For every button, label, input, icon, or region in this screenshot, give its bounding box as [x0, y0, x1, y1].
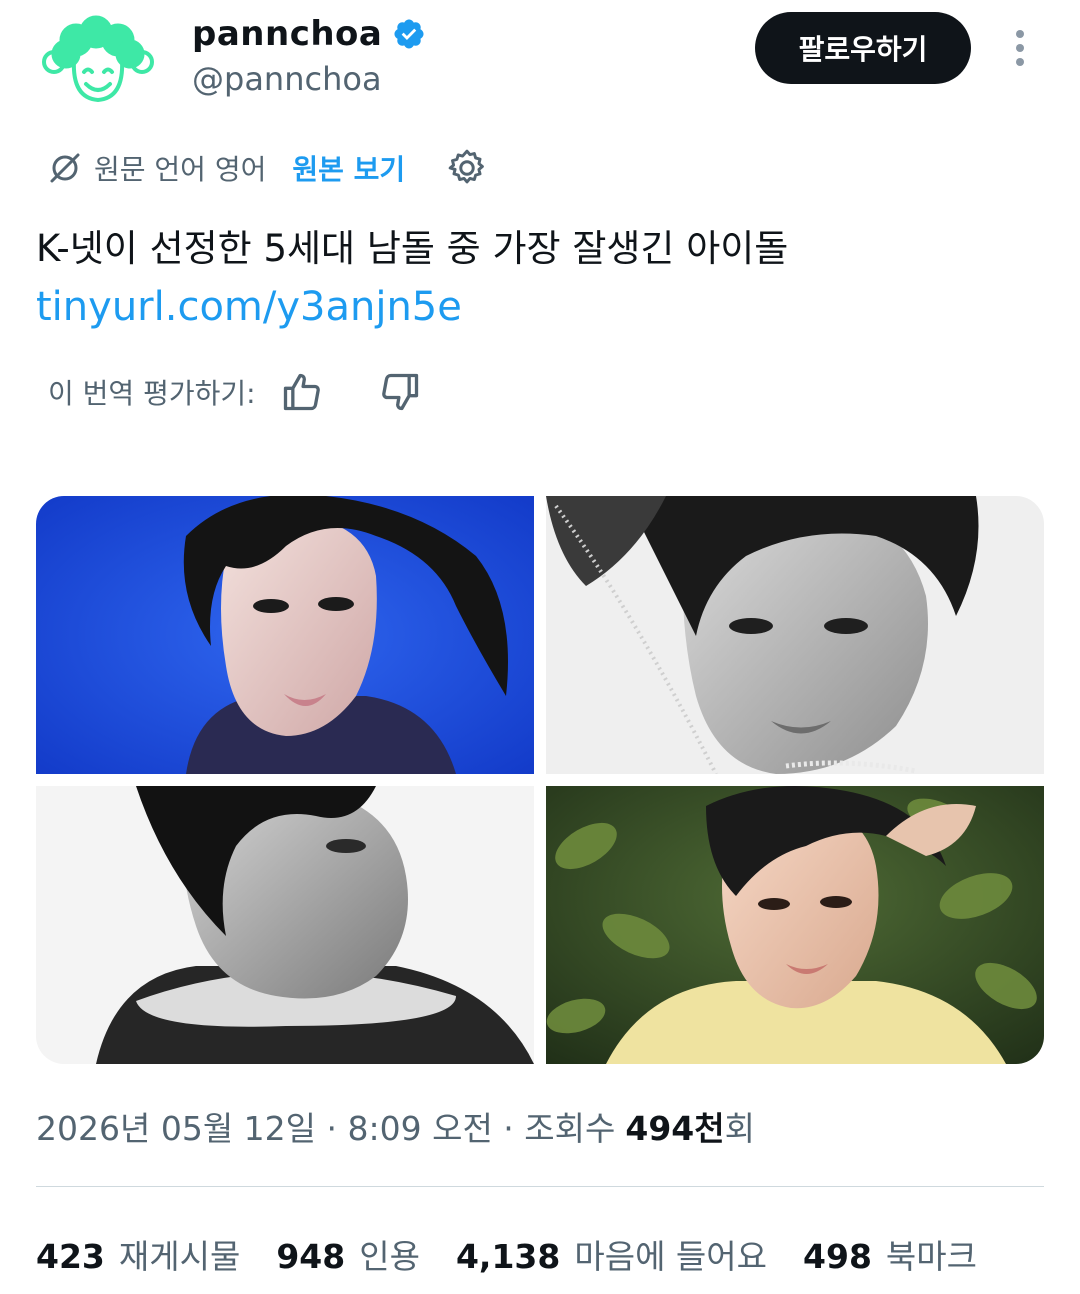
thumbs-down-icon[interactable] — [378, 370, 422, 414]
views-count: 494천 — [625, 1109, 725, 1148]
divider — [36, 1186, 1044, 1187]
tweet-detail: pannchoa @pannchoa 팔로우하기 원문 언어 영어 원본 보기 — [0, 0, 1080, 1294]
tweet-link[interactable]: tinyurl.com/y3anjn5e — [36, 280, 462, 334]
tweet-meta: 2026년 05월 12일 · 8:09 오전 · 조회수 494천회 — [36, 1102, 755, 1150]
translation-bar: 원문 언어 영어 원본 보기 — [48, 140, 489, 196]
tweet-text: K-넷이 선정한 5세대 남돌 중 가장 잘생긴 아이돌 — [36, 227, 789, 270]
media-photo-3[interactable] — [36, 786, 534, 1064]
rate-translation-label: 이 번역 평가하기: — [48, 377, 256, 410]
rate-translation-row: 이 번역 평가하기: — [48, 364, 422, 420]
media-grid — [36, 496, 1044, 1064]
likes-count: 4,138 — [455, 1237, 561, 1276]
reposts-count: 423 — [36, 1237, 105, 1276]
media-photo-1[interactable] — [36, 496, 534, 774]
bookmarks-stat[interactable]: 498 북마크 — [803, 1230, 977, 1278]
author-name[interactable]: pannchoa — [192, 14, 382, 54]
avatar[interactable] — [36, 14, 160, 110]
likes-label: 마음에 들어요 — [574, 1237, 768, 1276]
show-original-link[interactable]: 원본 보기 — [292, 148, 405, 188]
views-suffix: 회 — [724, 1109, 755, 1148]
gear-icon[interactable] — [445, 146, 489, 190]
source-language-text: 원문 언어 영어 — [94, 153, 267, 186]
translate-off-icon — [48, 151, 82, 185]
media-photo-4[interactable] — [546, 786, 1044, 1064]
timestamp[interactable]: 2026년 05월 12일 · 8:09 오전 · 조회수 — [36, 1102, 615, 1150]
media-photo-2[interactable] — [546, 496, 1044, 774]
reposts-label: 재게시물 — [118, 1237, 241, 1276]
likes-stat[interactable]: 4,138 마음에 들어요 — [456, 1230, 767, 1278]
follow-button[interactable]: 팔로우하기 — [755, 12, 971, 84]
bookmarks-count: 498 — [803, 1237, 872, 1276]
verified-badge-icon — [392, 17, 426, 51]
thumbs-up-icon[interactable] — [280, 370, 324, 414]
more-vertical-icon[interactable] — [1003, 24, 1037, 72]
bookmarks-label: 북마크 — [885, 1237, 977, 1276]
author-handle[interactable]: @pannchoa — [192, 60, 382, 98]
author-name-row[interactable]: pannchoa — [192, 14, 426, 54]
quotes-stat[interactable]: 948 인용 — [276, 1230, 420, 1278]
quotes-label: 인용 — [359, 1237, 420, 1276]
quotes-count: 948 — [276, 1237, 346, 1276]
engagement-stats: 423 재게시물 948 인용 4,138 마음에 들어요 498 북마크 — [36, 1226, 1013, 1282]
reposts-stat[interactable]: 423 재게시물 — [36, 1230, 240, 1278]
